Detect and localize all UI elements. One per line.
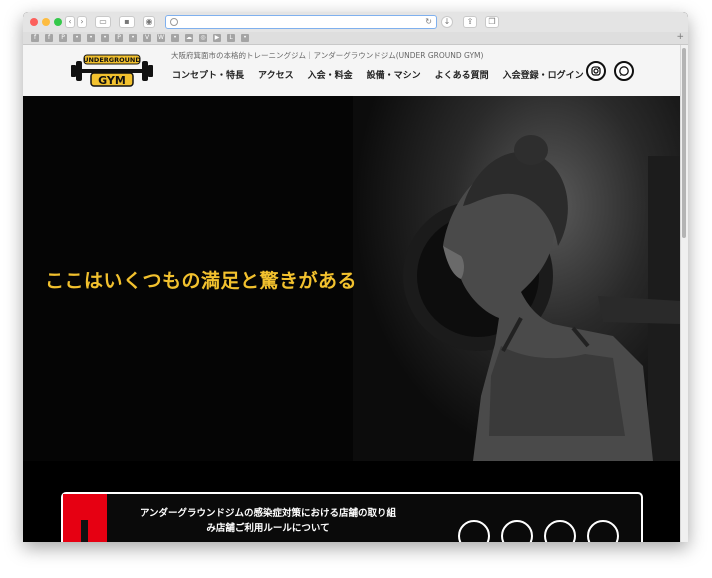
whatsapp-icon (619, 66, 629, 76)
page-scrollbar[interactable] (680, 45, 688, 542)
back-button[interactable]: ‹ (65, 16, 75, 28)
notice-line-2: み店舗ご利用ルールについて (206, 523, 330, 534)
notice-red-block (63, 494, 107, 542)
underground-gym-logo[interactable]: UNDERGROUND GYM (69, 53, 155, 87)
zoom-window-button[interactable] (54, 18, 62, 26)
instagram-button[interactable] (586, 61, 606, 81)
scrollbar-thumb[interactable] (682, 48, 686, 238)
window-controls (30, 18, 62, 26)
logo-text-bottom: GYM (98, 74, 126, 87)
sanitizer-icon (501, 520, 533, 542)
favorite-facebook-icon-2[interactable]: f (45, 34, 53, 42)
forward-button[interactable]: › (77, 16, 87, 28)
logo-text-top: UNDERGROUND (83, 56, 141, 64)
chevron-left-icon: ‹ (68, 17, 72, 26)
instagram-icon (591, 66, 601, 76)
reader-icon: ▪ (124, 17, 130, 26)
nav-access[interactable]: アクセス (258, 68, 294, 81)
favorite-bookmark-icon-3[interactable]: • (101, 34, 109, 42)
nav-concept[interactable]: コンセプト・特長 (172, 68, 244, 81)
browser-toolbar: ‹ › ▭ ▪ ◉ ↻ ↓ ⇪ ❐ (23, 12, 688, 33)
tabs-button[interactable]: ❐ (485, 16, 499, 28)
downloads-button[interactable]: ↓ (441, 16, 453, 28)
reader-button[interactable]: ▪ (119, 16, 135, 28)
download-icon: ↓ (443, 17, 451, 26)
extension-button[interactable]: ◉ (143, 16, 155, 28)
favorites-bar: f f P • • • P • V W • ☁ ◎ ▶ L • + (23, 32, 688, 45)
nav-faq[interactable]: よくある質問 (435, 68, 489, 81)
hero-section: ここはいくつもの満足と驚きがある (23, 96, 681, 461)
share-icon: ⇪ (466, 17, 474, 26)
favorite-pinterest-icon-2[interactable]: P (115, 34, 123, 42)
favorite-youtube-icon[interactable]: ▶ (213, 34, 221, 42)
favorite-bookmark-icon[interactable]: • (73, 34, 81, 42)
nav-register-login[interactable]: 入会登録・ログイン (503, 68, 584, 81)
notice-line-1: アンダーグラウンドジムの感染症対策における店舗の取り組 (139, 508, 397, 519)
mask-icon (458, 520, 490, 542)
favorite-soundcloud-icon[interactable]: ☁ (185, 34, 193, 42)
site-tagline: 大阪府箕面市の本格的トレーニングジム｜アンダーグラウンドジム(UNDER GRO… (171, 51, 484, 60)
minimize-window-button[interactable] (42, 18, 50, 26)
favorite-bookmark-icon-2[interactable]: • (87, 34, 95, 42)
nav-membership-fees[interactable]: 入会・料金 (308, 68, 353, 81)
ventilation-icon (587, 520, 619, 542)
main-nav: コンセプト・特長 アクセス 入会・料金 設備・マシン よくある質問 入会登録・ロ… (172, 68, 584, 81)
athlete-photo (443, 135, 681, 461)
share-button[interactable]: ⇪ (463, 16, 477, 28)
browser-window: ‹ › ▭ ▪ ◉ ↻ ↓ ⇪ ❐ f f P • • • P • V W • … (23, 12, 688, 542)
sidebar-toggle-button[interactable]: ▭ (95, 16, 111, 28)
covid-notice-banner[interactable]: アンダーグラウンドジムの感染症対策における店舗の取り組 み店舗ご利用ルールについ… (61, 492, 643, 542)
add-tab-icon[interactable]: + (676, 32, 684, 43)
close-window-button[interactable] (30, 18, 38, 26)
tabs-icon: ❐ (488, 17, 496, 26)
notice-text: アンダーグラウンドジムの感染症対策における店舗の取り組 み店舗ご利用ルールについ… (123, 506, 413, 536)
favorite-bookmark-icon-4[interactable]: • (129, 34, 137, 42)
favorite-wordpress-icon[interactable]: W (157, 34, 165, 42)
favorite-linkedin-icon[interactable]: L (227, 34, 235, 42)
whatsapp-button[interactable] (614, 61, 634, 81)
search-icon (170, 18, 178, 26)
chevron-right-icon: › (80, 17, 84, 26)
favorite-facebook-icon[interactable]: f (31, 34, 39, 42)
extension-icon: ◉ (145, 17, 153, 26)
hero-title: ここはいくつもの満足と驚きがある (45, 270, 358, 292)
favorite-pinterest-icon[interactable]: P (59, 34, 67, 42)
hand-wash-icon (544, 520, 576, 542)
reload-icon[interactable]: ↻ (425, 16, 432, 28)
sidebar-icon: ▭ (99, 17, 107, 26)
address-bar[interactable]: ↻ (165, 15, 437, 29)
site-header: UNDERGROUND GYM 大阪府箕面市の本格的トレーニングジム｜アンダーグ… (23, 45, 681, 96)
favorite-instagram-icon[interactable]: ◎ (199, 34, 207, 42)
favorite-vimeo-icon[interactable]: V (143, 34, 151, 42)
nav-equipment[interactable]: 設備・マシン (367, 68, 421, 81)
favorite-bookmark-icon-6[interactable]: • (241, 34, 249, 42)
favorite-bookmark-icon-5[interactable]: • (171, 34, 179, 42)
